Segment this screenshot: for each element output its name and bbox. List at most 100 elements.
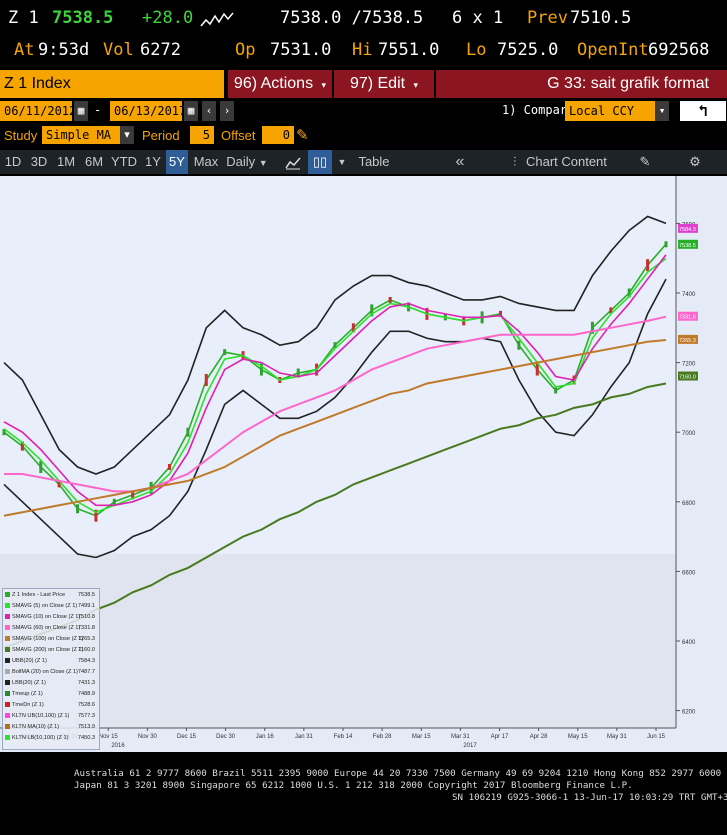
period-label: Period	[142, 128, 180, 143]
y-tick-label: 7000	[682, 431, 696, 437]
footer-phones-1: Australia 61 2 9777 8600 Brazil 5511 239…	[74, 768, 722, 779]
period-input[interactable]: 5	[190, 126, 214, 144]
candle-chart-icon[interactable]: ▯▯	[308, 150, 332, 174]
legend-value: 7450.3	[77, 735, 95, 741]
legend-entry: TmeDn (Z 1) 7528.6	[5, 701, 97, 709]
price-tag-label: 7538.5	[679, 243, 696, 249]
legend-entry: Z 1 Index - Last Price 7538.5	[5, 591, 97, 599]
pencil-icon[interactable]: ✎	[296, 126, 309, 144]
chevron-left-icon[interactable]: ‹	[202, 101, 216, 121]
at-label: At	[14, 40, 35, 60]
x-tick-label: Apr 17	[491, 734, 509, 740]
x-tick-label: Nov 15	[99, 734, 119, 740]
range-1m[interactable]: 1M	[54, 150, 78, 174]
x-tick-label: Apr 28	[530, 734, 548, 740]
x-tick-label: Mar 15	[412, 734, 431, 740]
candle	[388, 296, 392, 303]
security-field[interactable]: Z 1 Index	[0, 70, 224, 98]
y-tick-label: 7400	[682, 292, 696, 298]
legend-entry: SMAVG (5) on Close (Z 1) 7499.1	[5, 602, 97, 610]
legend-name: Z 1 Index - Last Price	[12, 592, 66, 598]
legend-name: LBB(20) (Z 1)	[12, 680, 46, 686]
range-5y[interactable]: 5Y	[166, 150, 188, 174]
candle	[535, 363, 539, 376]
legend-name: Tmeup (Z 1)	[12, 691, 43, 697]
function-ribbon: Z 1 Index 96) Actions ▾ 97) Edit ▾ G 33:…	[0, 70, 727, 98]
legend-value: 7331.8	[77, 625, 95, 631]
legend-swatch	[5, 680, 10, 686]
range-6m[interactable]: 6M	[82, 150, 106, 174]
y-tick-label: 6600	[682, 570, 696, 576]
legend-swatch	[5, 691, 10, 697]
legend-name: SMAVG (60) on Close (Z 1)	[12, 625, 81, 631]
candle	[664, 241, 668, 248]
x-year-label: 2017	[463, 743, 477, 749]
chart-content-button[interactable]: ⫶ Chart Content	[500, 150, 620, 174]
x-tick-label: Feb 28	[373, 734, 392, 740]
legend-entry: UBB(20) (Z 1) 7584.3	[5, 657, 97, 665]
range-ytd[interactable]: YTD	[110, 150, 138, 174]
collapse-icon[interactable]: «	[440, 150, 480, 174]
legend-name: SMAVG (100) on Close (Z 1)	[12, 636, 84, 642]
study-label: Study	[4, 128, 38, 143]
legend-value: 7528.6	[77, 702, 95, 708]
actions-menu-button[interactable]: 96) Actions ▾	[228, 70, 332, 98]
prev-close: 7510.5	[570, 8, 632, 28]
legend-value: 7160.0	[77, 647, 95, 653]
high-label: Hi	[352, 40, 373, 60]
calendar-icon[interactable]: ▦	[184, 101, 198, 121]
quote-line-2: At 9:53d Vol 6272 Op 7531.0 Hi 7551.0 Lo…	[0, 40, 727, 66]
candle	[168, 464, 171, 470]
edit-chart-icon[interactable]: ✎	[630, 150, 660, 174]
price-chart[interactable]: 620064006600680070007200740076007584.375…	[0, 176, 727, 752]
line-chart-icon[interactable]	[282, 150, 304, 174]
legend-value: 7487.7	[77, 669, 95, 675]
study-type-select[interactable]: Simple MA	[42, 126, 124, 144]
table-button[interactable]: Table	[352, 150, 396, 174]
dropdown-icon: ▾	[413, 80, 419, 90]
range-1d[interactable]: 1D	[2, 150, 24, 174]
x-tick-label: Jun 15	[647, 734, 666, 740]
chevron-right-icon[interactable]: ›	[220, 101, 234, 121]
chevron-down-icon[interactable]: ▾	[655, 101, 669, 121]
legend-entry: LBB(20) (Z 1) 7431.3	[5, 679, 97, 687]
x-tick-label: May 31	[607, 734, 627, 740]
edit-menu-button[interactable]: 97) Edit ▾	[334, 70, 434, 98]
legend-swatch	[5, 592, 10, 598]
range-1y[interactable]: 1Y	[142, 150, 164, 174]
low-price: 7525.0	[497, 40, 559, 60]
legend-entry: SMAVG (10) on Close (Z 1) 7510.8	[5, 613, 97, 621]
x-tick-label: Dec 15	[177, 734, 197, 740]
bid-ask: 7538.0 /7538.5	[280, 8, 424, 28]
candle	[39, 461, 43, 473]
chevron-down-icon[interactable]: ▾	[120, 126, 134, 144]
legend-swatch	[5, 713, 10, 719]
chevron-down-icon[interactable]: ▼	[336, 150, 348, 174]
low-label: Lo	[466, 40, 487, 60]
actions-label: 96) Actions	[233, 75, 314, 92]
price-tag-label: 7265.3	[679, 338, 696, 344]
range-3d[interactable]: 3D	[28, 150, 50, 174]
range-max[interactable]: Max	[192, 150, 220, 174]
legend-value: 7488.9	[77, 691, 95, 697]
legend-entry: SMAVG (200) on Close (Z 1) 7160.0	[5, 646, 97, 654]
prev-label: Prev	[527, 8, 568, 28]
currency-select[interactable]: Local CCY	[565, 101, 657, 121]
legend-value: 7538.5	[77, 592, 95, 598]
price-tag-label: 7160.0	[679, 375, 696, 381]
end-date-input[interactable]: 06/13/2017	[110, 101, 186, 121]
gear-icon[interactable]: ⚙	[680, 150, 710, 174]
calendar-icon[interactable]: ▦	[74, 101, 88, 121]
back-arrow-icon[interactable]: ↰	[680, 101, 726, 121]
bar-chart-icon: ⫶	[513, 154, 517, 169]
legend-name: SMAVG (10) on Close (Z 1)	[12, 614, 81, 620]
compare-label: 1) Compare	[502, 103, 575, 117]
start-date-input[interactable]: 06/11/2012	[0, 101, 76, 121]
legend-swatch	[5, 636, 10, 642]
chart-title: G 33: sait grafik format	[436, 70, 727, 98]
legend-value: 7584.3	[77, 658, 95, 664]
candle	[554, 387, 558, 394]
high-price: 7551.0	[378, 40, 440, 60]
frequency-select[interactable]: Daily ▼	[224, 150, 270, 174]
offset-input[interactable]: 0	[262, 126, 294, 144]
